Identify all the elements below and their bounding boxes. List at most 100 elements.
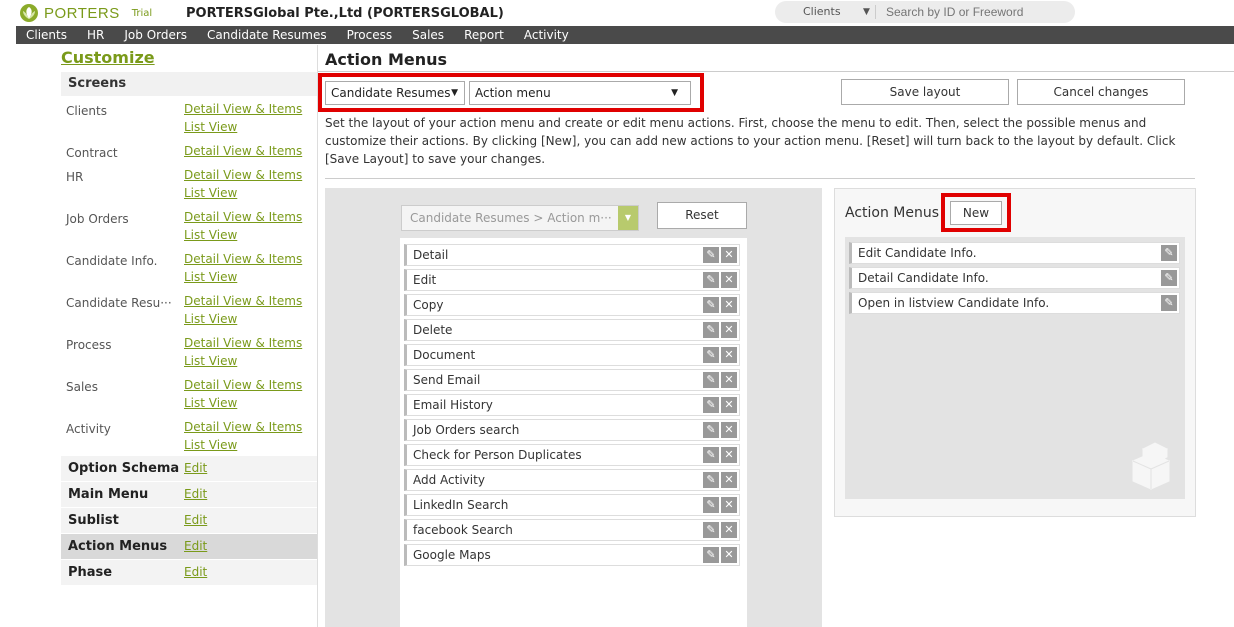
pencil-icon[interactable]: ✎ [1161,270,1177,286]
list-item[interactable]: LinkedIn Search ✎ ✕ [404,494,740,516]
close-icon[interactable]: ✕ [721,547,737,563]
search-scope-select[interactable]: Clients ▼ [775,1,875,23]
screen-row-contract: Contract Detail View & Items [61,138,317,162]
list-item[interactable]: Detail ✎ ✕ [404,244,740,266]
close-icon[interactable]: ✕ [721,297,737,313]
page-description: Set the layout of your action menu and c… [325,116,1176,166]
new-button[interactable]: New [950,201,1002,225]
menu-select[interactable]: Action menu ▼ [469,81,691,105]
list-item[interactable]: Email History ✎ ✕ [404,394,740,416]
list-view-link[interactable]: List View [184,226,302,244]
edit-link[interactable]: Edit [184,461,207,475]
list-item[interactable]: Add Activity ✎ ✕ [404,469,740,491]
edit-link[interactable]: Edit [184,513,207,527]
pencil-icon[interactable]: ✎ [703,347,719,363]
close-icon[interactable]: ✕ [721,422,737,438]
pencil-icon[interactable]: ✎ [703,397,719,413]
close-icon[interactable]: ✕ [721,272,737,288]
pencil-icon[interactable]: ✎ [703,372,719,388]
list-view-link[interactable]: List View [184,436,302,454]
chevron-down-icon: ▼ [618,206,638,230]
detail-view-link[interactable]: Detail View & Items [184,208,302,226]
detail-view-link[interactable]: Detail View & Items [184,418,302,436]
list-item[interactable]: Open in listview Candidate Info. ✎ [849,292,1180,314]
detail-view-link[interactable]: Detail View & Items [184,334,302,352]
list-view-link[interactable]: List View [184,184,302,202]
pencil-icon[interactable]: ✎ [703,547,719,563]
pencil-icon[interactable]: ✎ [703,247,719,263]
section-name: Main Menu [68,487,149,502]
cancel-changes-button[interactable]: Cancel changes [1017,79,1185,105]
nav-activity[interactable]: Activity [514,26,579,44]
menu-selector-highlight: Candidate Resumes ▼ Action menu ▼ [318,73,704,112]
pencil-icon[interactable]: ✎ [703,522,719,538]
close-icon[interactable]: ✕ [721,497,737,513]
item-label: Document [413,348,476,362]
pencil-icon[interactable]: ✎ [703,497,719,513]
list-item[interactable]: Delete ✎ ✕ [404,319,740,341]
screen-row-sales: Sales Detail View & Items List View [61,372,317,414]
nav-report[interactable]: Report [454,26,514,44]
list-item[interactable]: Copy ✎ ✕ [404,294,740,316]
close-icon[interactable]: ✕ [721,522,737,538]
edit-link[interactable]: Edit [184,539,207,553]
item-label: Job Orders search [413,423,520,437]
list-item[interactable]: Google Maps ✎ ✕ [404,544,740,566]
close-icon[interactable]: ✕ [721,347,737,363]
section-name: Sublist [68,513,119,528]
nav-candidate-resumes[interactable]: Candidate Resumes [197,26,337,44]
edit-link[interactable]: Edit [184,565,207,579]
section-name: Action Menus [68,539,168,554]
close-icon[interactable]: ✕ [721,472,737,488]
list-view-link[interactable]: List View [184,118,302,136]
detail-view-link[interactable]: Detail View & Items [184,142,302,160]
save-layout-button[interactable]: Save layout [841,79,1009,105]
detail-view-link[interactable]: Detail View & Items [184,100,302,118]
sidebar-title[interactable]: Customize [61,48,317,70]
list-view-link[interactable]: List View [184,352,302,370]
new-button-highlight: New [941,193,1011,232]
detail-view-link[interactable]: Detail View & Items [184,376,302,394]
close-icon[interactable]: ✕ [721,247,737,263]
list-item[interactable]: Document ✎ ✕ [404,344,740,366]
close-icon[interactable]: ✕ [721,322,737,338]
detail-view-link[interactable]: Detail View & Items [184,166,302,184]
detail-view-link[interactable]: Detail View & Items [184,250,302,268]
close-icon[interactable]: ✕ [721,397,737,413]
list-item[interactable]: facebook Search ✎ ✕ [404,519,740,541]
pencil-icon[interactable]: ✎ [703,272,719,288]
pencil-icon[interactable]: ✎ [703,322,719,338]
list-view-link[interactable]: List View [184,310,302,328]
close-icon[interactable]: ✕ [721,372,737,388]
close-icon[interactable]: ✕ [721,447,737,463]
list-item[interactable]: Job Orders search ✎ ✕ [404,419,740,441]
pencil-icon[interactable]: ✎ [703,472,719,488]
breadcrumb-select[interactable]: Candidate Resumes > Action m··· ▼ [401,205,639,231]
list-item[interactable]: Edit ✎ ✕ [404,269,740,291]
reset-button[interactable]: Reset [657,202,747,229]
pencil-icon[interactable]: ✎ [1161,245,1177,261]
nav-sales[interactable]: Sales [402,26,454,44]
nav-process[interactable]: Process [337,26,403,44]
pencil-icon[interactable]: ✎ [703,447,719,463]
pencil-icon[interactable]: ✎ [1161,295,1177,311]
screen-row-clients: Clients Detail View & Items List View [61,96,317,138]
item-label: Copy [413,298,444,312]
detail-view-link[interactable]: Detail View & Items [184,292,302,310]
list-view-link[interactable]: List View [184,268,302,286]
search-input[interactable] [876,1,1066,23]
screen-select[interactable]: Candidate Resumes ▼ [325,81,465,105]
porters-logo[interactable]: PORTERS Trial [18,3,152,23]
list-item[interactable]: Detail Candidate Info. ✎ [849,267,1180,289]
nav-job-orders[interactable]: Job Orders [114,26,197,44]
list-item[interactable]: Send Email ✎ ✕ [404,369,740,391]
top-bar: PORTERS Trial PORTERSGlobal Pte.,Ltd (PO… [0,0,1234,26]
nav-clients[interactable]: Clients [16,26,77,44]
pencil-icon[interactable]: ✎ [703,422,719,438]
list-item[interactable]: Edit Candidate Info. ✎ [849,242,1180,264]
list-item[interactable]: Check for Person Duplicates ✎ ✕ [404,444,740,466]
list-view-link[interactable]: List View [184,394,302,412]
nav-hr[interactable]: HR [77,26,114,44]
pencil-icon[interactable]: ✎ [703,297,719,313]
edit-link[interactable]: Edit [184,487,207,501]
